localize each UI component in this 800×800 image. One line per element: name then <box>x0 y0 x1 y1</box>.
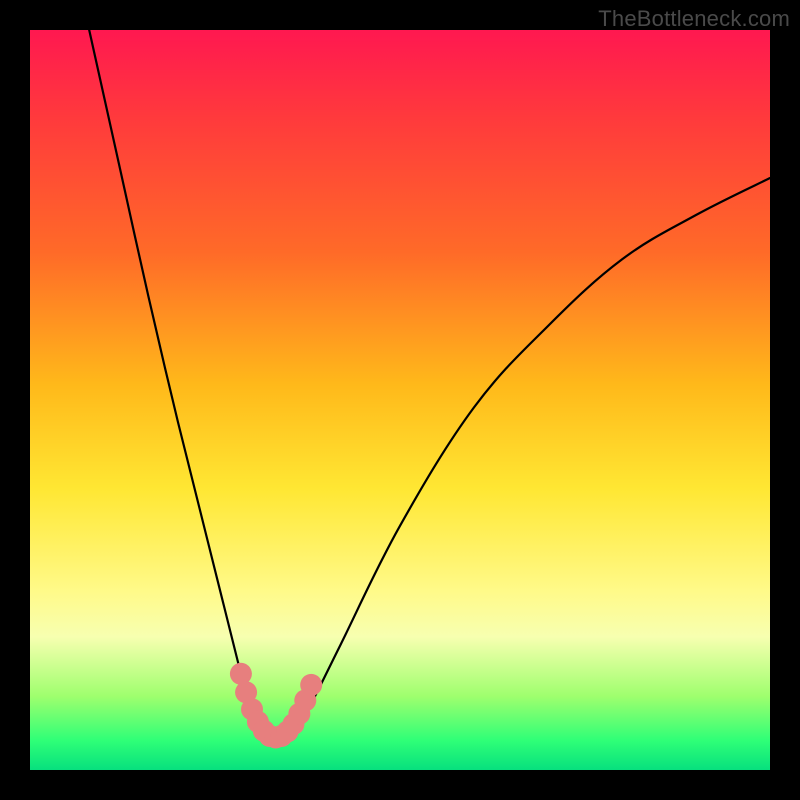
highlight-marker <box>300 674 322 696</box>
plot-outer: TheBottleneck.com <box>0 0 800 800</box>
plot-area <box>30 30 770 770</box>
chart-svg <box>30 30 770 770</box>
highlight-markers <box>230 663 322 749</box>
highlight-marker <box>230 663 252 685</box>
bottleneck-curve <box>89 30 770 737</box>
watermark-text: TheBottleneck.com <box>598 6 790 32</box>
